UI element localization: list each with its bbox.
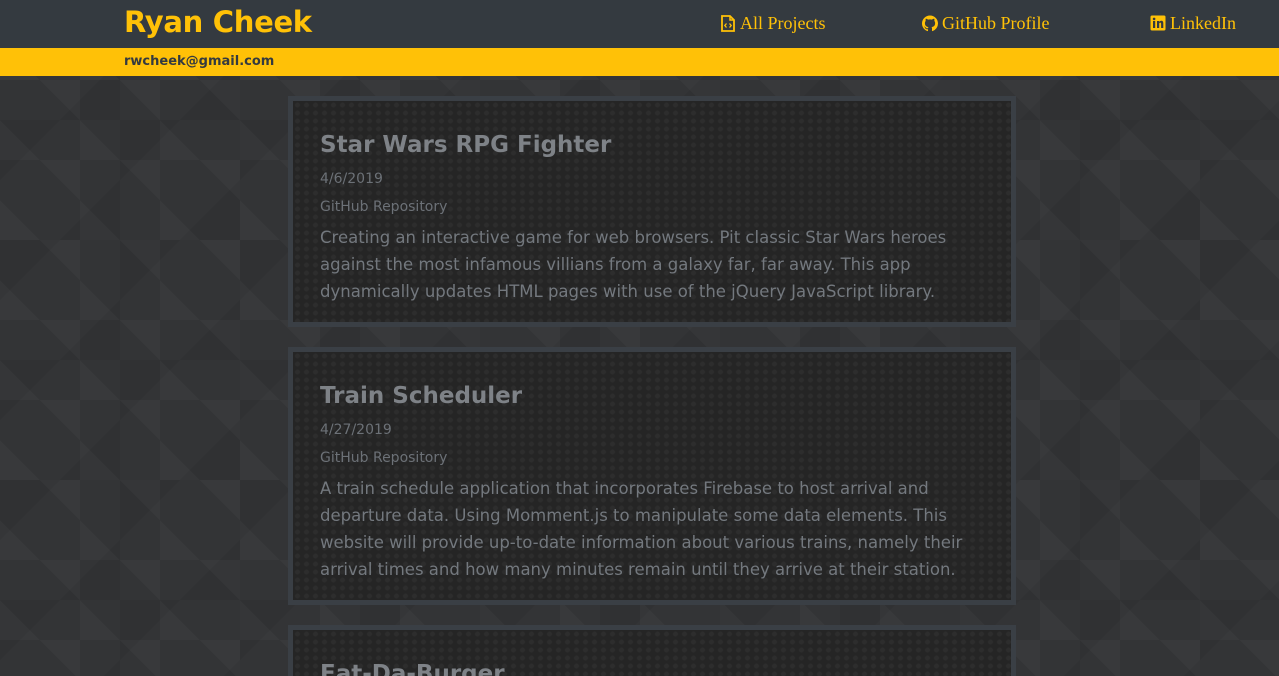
project-date: 4/6/2019 bbox=[320, 171, 383, 187]
nav-linkedin[interactable]: LinkedIn bbox=[1150, 12, 1236, 34]
project-title: Eat-Da-Burger bbox=[320, 661, 505, 676]
project-title: Train Scheduler bbox=[320, 383, 523, 409]
github-repository-link[interactable]: GitHub Repository bbox=[320, 449, 447, 467]
linkedin-icon bbox=[1150, 15, 1166, 32]
project-card: Star Wars RPG Fighter 4/6/2019 GitHub Re… bbox=[288, 96, 1016, 327]
github-icon bbox=[922, 15, 938, 32]
nav-github-profile[interactable]: GitHub Profile bbox=[922, 12, 1050, 34]
project-card: Eat-Da-Burger bbox=[288, 625, 1016, 676]
project-title: Star Wars RPG Fighter bbox=[320, 132, 612, 158]
project-card: Train Scheduler 4/27/2019 GitHub Reposit… bbox=[288, 347, 1016, 605]
nav-all-projects[interactable]: All Projects bbox=[720, 12, 826, 34]
nav-github-profile-label: GitHub Profile bbox=[942, 13, 1050, 33]
file-code-icon bbox=[720, 14, 736, 32]
project-description: Creating an interactive game for web bro… bbox=[320, 228, 947, 301]
project-date: 4/27/2019 bbox=[320, 422, 392, 438]
brand-name[interactable]: Ryan Cheek bbox=[124, 2, 312, 42]
project-description: A train schedule application that incorp… bbox=[320, 479, 963, 579]
contact-bar: rwcheek@gmail.com bbox=[0, 48, 1279, 76]
nav-linkedin-label: LinkedIn bbox=[1170, 13, 1236, 33]
github-repository-link[interactable]: GitHub Repository bbox=[320, 198, 447, 216]
nav-all-projects-label: All Projects bbox=[740, 13, 826, 33]
top-navbar: Ryan Cheek All Projects GitHub Profile L… bbox=[0, 0, 1279, 48]
email-address[interactable]: rwcheek@gmail.com bbox=[124, 53, 274, 71]
